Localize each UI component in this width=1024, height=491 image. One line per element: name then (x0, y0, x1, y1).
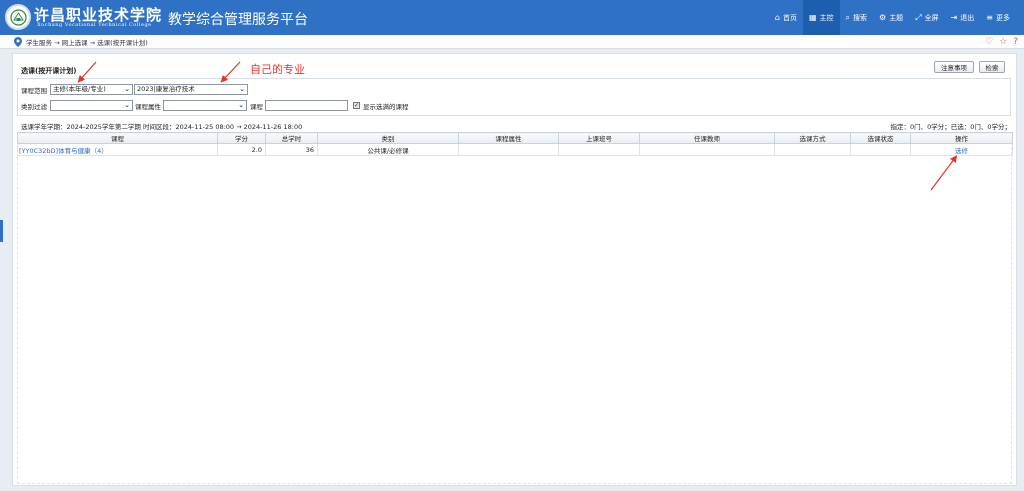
course-selection-panel: 选课(按开课计划) 注意事项 检索 课程范围 主修(本年级/专业) ⌄ 2023|… (12, 53, 1017, 486)
table-header-row: 课程 学分 总学时 类别 课程属性 上课班号 任课教师 选课方式 选课状态 操作 (17, 132, 1013, 144)
notice-button[interactable]: 注意事项 (934, 61, 974, 73)
nav-logout[interactable]: ⇥ 退出 (945, 0, 981, 35)
attribute-label: 课程属性 (135, 103, 161, 111)
star-icon[interactable]: ☆ (999, 37, 1007, 47)
col-credit[interactable]: 学分 (217, 132, 266, 144)
platform-title: 教学综合管理服务平台 (168, 12, 308, 28)
category-select[interactable]: ⌄ (50, 100, 133, 111)
course-label: 课程 (250, 103, 263, 111)
major-select[interactable]: 2023|康复治疗技术 ⌄ (134, 84, 248, 95)
select-course-link[interactable]: 选修 (955, 147, 968, 155)
chevron-down-icon: ⌄ (239, 85, 245, 93)
breadcrumb: 学生服务 → 网上选课 → 选课(按开课计划) (26, 39, 148, 47)
panel-title: 选课(按开课计划) (21, 67, 77, 75)
filter-box: 课程范围 主修(本年级/专业) ⌄ 2023|康复治疗技术 ⌄ 类别过滤 ⌄ 课程属… (17, 78, 1011, 116)
chevron-down-icon: ⌄ (124, 101, 130, 109)
col-teacher[interactable]: 任课教师 (639, 132, 775, 144)
chevron-down-icon: ⌄ (124, 85, 130, 93)
nav-dashboard[interactable]: ▦ 主控 (802, 0, 840, 35)
col-status[interactable]: 选课状态 (850, 132, 911, 144)
nav-more[interactable]: ≡ 更多 (980, 0, 1016, 35)
category-label: 类别过滤 (21, 103, 47, 111)
chevron-down-icon: ⌄ (238, 101, 244, 109)
nav-search[interactable]: ⌕ 搜索 (840, 0, 873, 35)
course-table: 课程 学分 总学时 类别 课程属性 上课班号 任课教师 选课方式 选课状态 操作… (17, 132, 1013, 156)
col-action: 操作 (910, 132, 1013, 144)
home-icon: ⌂ (774, 13, 780, 22)
scope-select[interactable]: 主修(本年级/专业) ⌄ (50, 84, 133, 95)
table-row: [YY0C32bD]体育与健康（4） 2.0 36 公共课/必修课 选修 (17, 143, 1013, 156)
scope-label: 课程范围 (21, 87, 47, 95)
table-frame (17, 132, 1012, 484)
school-name-en: Xuchang Vocational Technical College (37, 22, 152, 28)
category-cell: 公共课/必修课 (317, 143, 459, 156)
course-link[interactable]: [YY0C32bD]体育与健康（4） (17, 143, 218, 156)
show-full-checkbox[interactable]: ✓ (353, 102, 360, 109)
course-input[interactable] (265, 100, 348, 111)
breadcrumb-bar: 学生服务 → 网上选课 → 选课(按开课计划) ♡ ☆ ? (0, 35, 1024, 49)
location-pin-icon (14, 37, 22, 47)
col-method[interactable]: 选课方式 (774, 132, 851, 144)
col-category[interactable]: 类别 (317, 132, 459, 144)
selection-summary: 指定：0门、0学分；已选：0门、0学分； (890, 123, 1011, 131)
nav-fullscreen[interactable]: ⤢ 全屏 (909, 0, 944, 35)
hours-cell: 36 (265, 143, 318, 156)
gears-icon: ⚙ (879, 13, 887, 22)
show-full-label: 显示选满的课程 (363, 103, 409, 111)
top-nav: ⌂ 首页 ▦ 主控 ⌕ 搜索 ⚙ 主题 ⤢ 全屏 ⇥ 退出 ≡ 更多 (769, 0, 1016, 35)
method-cell (774, 143, 851, 156)
col-attribute[interactable]: 课程属性 (458, 132, 559, 144)
nav-home[interactable]: ⌂ 首页 (769, 0, 803, 35)
teacher-cell (639, 143, 775, 156)
search-icon: ⌕ (845, 12, 851, 22)
term-info: 选课学年学期：2024-2025学年第二学期 时间区段：2024-11-25 0… (21, 123, 303, 131)
grid-icon: ▦ (808, 13, 817, 22)
class-no-cell (558, 143, 640, 156)
fullscreen-icon: ⤢ (915, 12, 922, 22)
col-hours[interactable]: 总学时 (265, 132, 318, 144)
search-button[interactable]: 检索 (979, 61, 1005, 73)
col-course[interactable]: 课程 (17, 132, 218, 144)
breadcrumb-tools: ♡ ☆ ? (985, 35, 1018, 49)
top-header: 许昌职业技术学院 Xuchang Vocational Technical Co… (0, 0, 1024, 35)
status-cell (850, 143, 911, 156)
nav-theme[interactable]: ⚙ 主题 (873, 0, 909, 35)
attribute-cell (458, 143, 559, 156)
annotation-text: 自己的专业 (250, 63, 305, 76)
menu-icon: ≡ (986, 13, 993, 22)
sidebar-toggle-handle[interactable] (0, 220, 3, 242)
help-icon[interactable]: ? (1013, 37, 1018, 47)
attribute-select[interactable]: ⌄ (163, 100, 247, 111)
credit-cell: 2.0 (217, 143, 266, 156)
col-class-no[interactable]: 上课班号 (558, 132, 640, 144)
action-cell: 选修 (910, 143, 1013, 156)
heart-icon[interactable]: ♡ (985, 37, 993, 47)
logout-icon: ⇥ (950, 13, 958, 22)
college-logo-icon (5, 4, 31, 30)
